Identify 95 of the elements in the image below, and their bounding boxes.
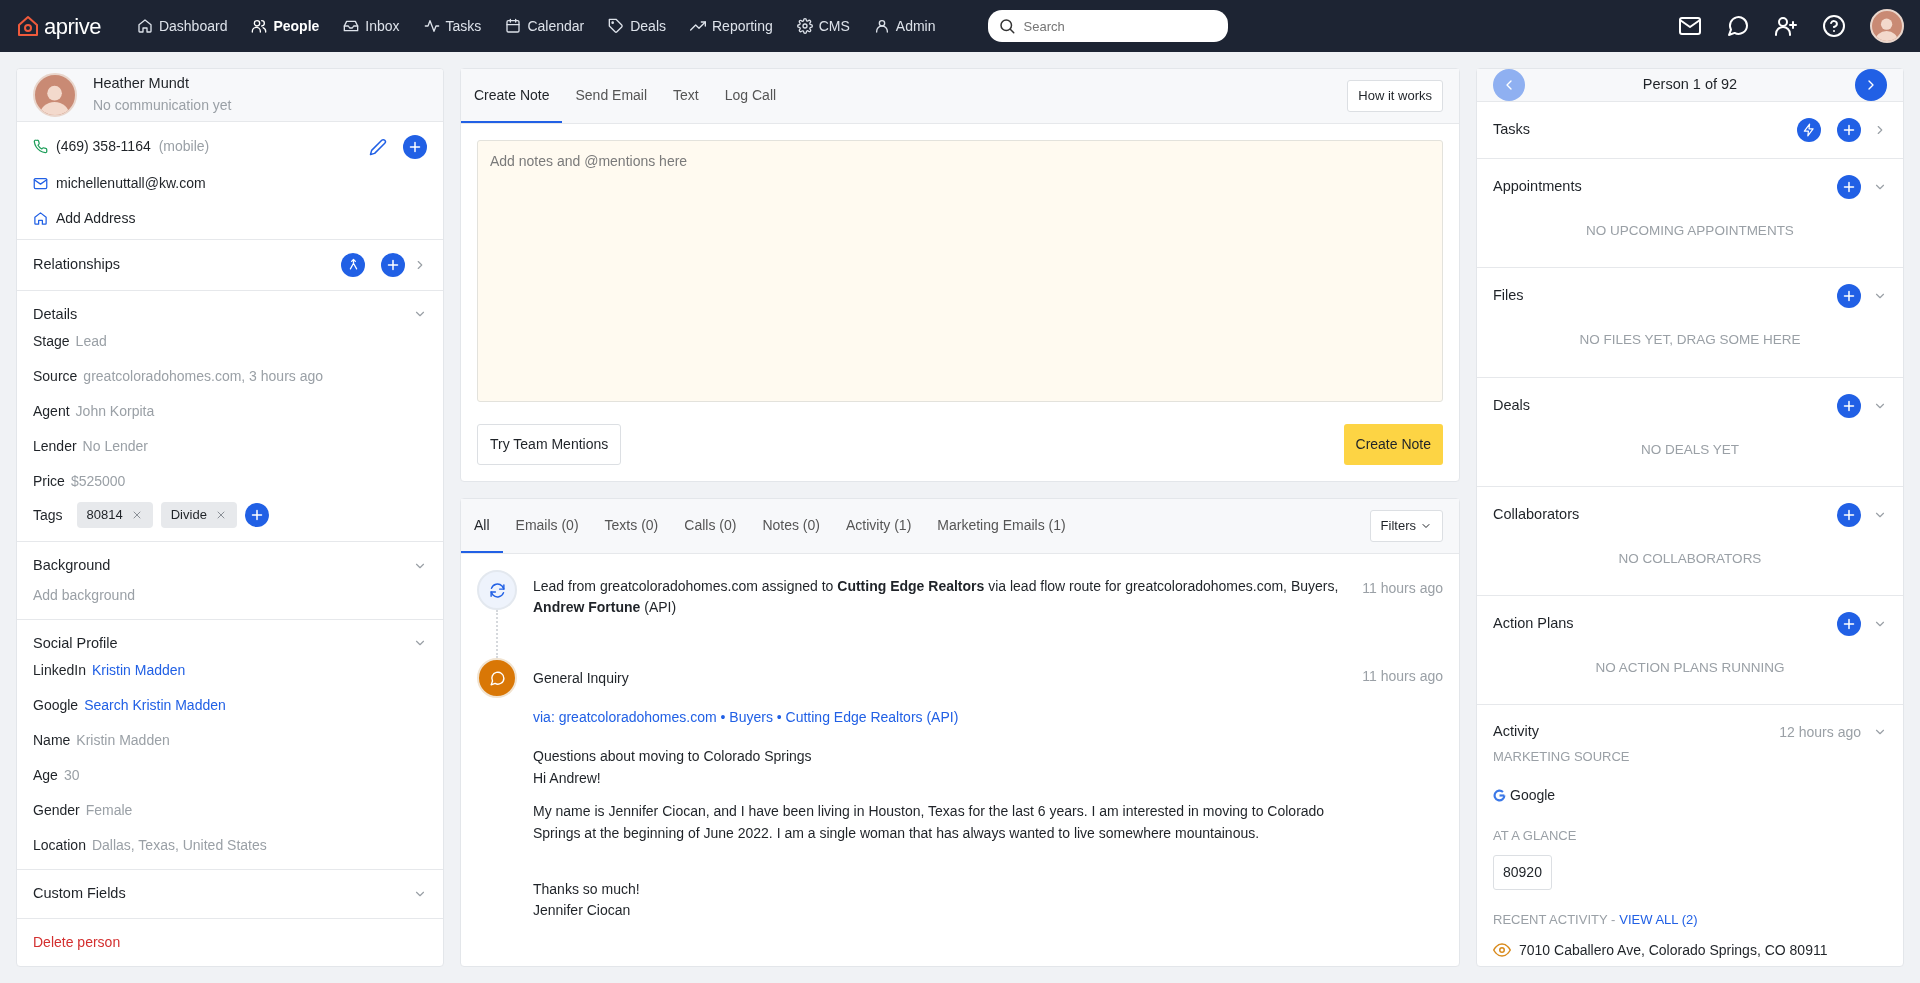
field-label: Google	[33, 696, 79, 716]
feed-time: 11 hours ago	[1362, 579, 1443, 598]
section-title: Action Plans	[1493, 614, 1574, 634]
compose-tab[interactable]: Send Email	[562, 69, 661, 123]
section-title: Activity	[1493, 722, 1539, 742]
field-value: No Lender	[82, 437, 148, 457]
section-title: Files	[1493, 286, 1524, 306]
field-value: Dallas, Texas, United States	[91, 836, 267, 856]
empty-message: NO FILES YET, DRAG SOME HERE	[1578, 331, 1802, 350]
section-title: Appointments	[1493, 177, 1582, 197]
team-mentions-button[interactable]: Try Team Mentions	[477, 424, 622, 465]
email-address: michellenuttall@kw.com	[56, 173, 206, 193]
message-text: Thanks so much!	[533, 879, 641, 899]
search-field[interactable]: Search	[987, 10, 1228, 42]
phone-type: (mobile)	[158, 137, 210, 156]
tag-chip[interactable]: Divide	[160, 502, 237, 528]
feed-tab[interactable]: Marketing Emails (1)	[924, 499, 1079, 553]
nav-link[interactable]: Inbox	[331, 11, 412, 41]
nav-link[interactable]: Reporting	[678, 11, 785, 41]
glance-chip: 80920	[1493, 855, 1552, 890]
profile-link[interactable]: Kristin Madden	[91, 660, 186, 682]
phone-number: (469) 358-1164	[56, 137, 151, 156]
compose-tab[interactable]: Create Note	[461, 69, 563, 123]
empty-message: NO COLLABORATORS	[1617, 549, 1763, 568]
field-value: $525000	[70, 472, 126, 492]
field-label: Price	[33, 472, 65, 492]
glance-label: AT A GLANCE	[1493, 826, 1578, 845]
view-all-link[interactable]: VIEW ALL (2)	[1619, 910, 1698, 930]
field-label: Tags	[33, 505, 63, 525]
message-text: Questions about moving to Colorado Springs	[533, 747, 813, 766]
compose-tab[interactable]: Text	[660, 69, 712, 123]
person-name: Heather Mundt	[93, 74, 190, 94]
field-label: Agent	[33, 402, 70, 422]
compose-tab[interactable]: Log Call	[711, 69, 790, 123]
recent-activity-label: RECENT ACTIVITY -	[1493, 911, 1616, 929]
field-label: Stage	[33, 332, 70, 352]
field-value: Kristin Madden	[76, 731, 170, 751]
field-label: Gender	[33, 801, 80, 821]
profile-link[interactable]: Search Kristin Madden	[84, 695, 226, 717]
nav-link[interactable]: Admin	[861, 11, 948, 41]
section-title: Background	[33, 555, 111, 575]
section-title: Relationships	[33, 254, 121, 274]
delete-person-link[interactable]: Delete person	[33, 934, 121, 950]
nav-link[interactable]: People	[239, 11, 332, 41]
nav-link[interactable]: Calendar	[493, 11, 597, 41]
section-title: Custom Fields	[33, 884, 126, 904]
activity-time: 12 hours ago	[1779, 722, 1861, 742]
section-title: Social Profile	[33, 633, 118, 653]
via-link[interactable]: via: greatcoloradohomes.com • Buyers • Cutting Edge Realtors (API)	[533, 707, 959, 728]
message-text: Hi Andrew!	[533, 768, 602, 788]
field-value: greatcoloradohomes.com, 3 hours ago	[83, 367, 324, 387]
feed-text: Lead from greatcoloradohomes.com assigned to Cutting Edge Realtors via lead flow route for greatcoloradohomes.com, Buyers, Andrew Fortune (API)	[533, 577, 1340, 617]
field-label: Age	[33, 766, 58, 786]
field-value: John Korpita	[75, 402, 155, 422]
nav-link[interactable]: Deals	[596, 11, 678, 41]
field-label: Location	[33, 836, 86, 856]
field-value: Female	[85, 801, 133, 821]
empty-message: NO ACTION PLANS RUNNING	[1594, 659, 1786, 677]
field-label: Lender	[33, 437, 77, 457]
feed-tab[interactable]: All	[461, 499, 503, 553]
source-label: MARKETING SOURCE	[1493, 748, 1631, 766]
how-it-works-button[interactable]: How it works	[1347, 80, 1443, 112]
empty-message: NO DEALS YET	[1639, 440, 1740, 459]
feed-time: 11 hours ago	[1362, 667, 1443, 686]
empty-message: NO UPCOMING APPOINTMENTS	[1585, 222, 1795, 240]
source-name: Google	[1510, 785, 1556, 805]
nav-link[interactable]: Dashboard	[124, 11, 240, 41]
note-input[interactable]: Add notes and @mentions here	[477, 140, 1443, 402]
feed-tab[interactable]: Notes (0)	[749, 499, 833, 553]
feed-tab[interactable]: Texts (0)	[591, 499, 672, 553]
feed-tab[interactable]: Emails (0)	[502, 499, 592, 553]
section-title: Collaborators	[1493, 504, 1580, 524]
communication-status: No communication yet	[93, 96, 232, 116]
section-title: Deals	[1493, 395, 1531, 415]
field-label: Source	[33, 367, 78, 387]
field-label: Name	[33, 731, 71, 751]
message-text: My name is Jennifer Ciocan, and I have been living in Houston, Texas for the last 6 years. I am interested in moving to Colorado Springs at the beginning of June 2022. I am a single woman that has always wanted to live somewhere mountainous.	[533, 802, 1326, 844]
create-note-button[interactable]: Create Note	[1343, 424, 1443, 465]
filters-button[interactable]: Filters	[1369, 510, 1443, 542]
add-address-link[interactable]: Add Address	[56, 207, 136, 229]
field-value: 30	[63, 766, 80, 786]
section-title: Details	[33, 304, 78, 324]
feed-tab[interactable]: Activity (1)	[832, 499, 925, 553]
pager-label: Person 1 of 92	[1642, 75, 1738, 95]
tag-chip[interactable]: 80814	[76, 502, 153, 528]
nav-link[interactable]: Tasks	[411, 11, 494, 41]
feed-tab[interactable]: Calls (0)	[671, 499, 750, 553]
message-text: Jennifer Ciocan	[533, 901, 632, 921]
section-title: Tasks	[1493, 120, 1531, 140]
feed-title: General Inquiry	[533, 669, 630, 688]
logo-text: aprive	[44, 12, 101, 41]
field-value: Lead	[75, 332, 107, 352]
recent-activity-item: 7010 Caballero Ave, Colorado Springs, CO 80911	[1519, 940, 1828, 960]
nav-link[interactable]: CMS	[784, 11, 862, 41]
field-label: LinkedIn	[33, 661, 86, 681]
